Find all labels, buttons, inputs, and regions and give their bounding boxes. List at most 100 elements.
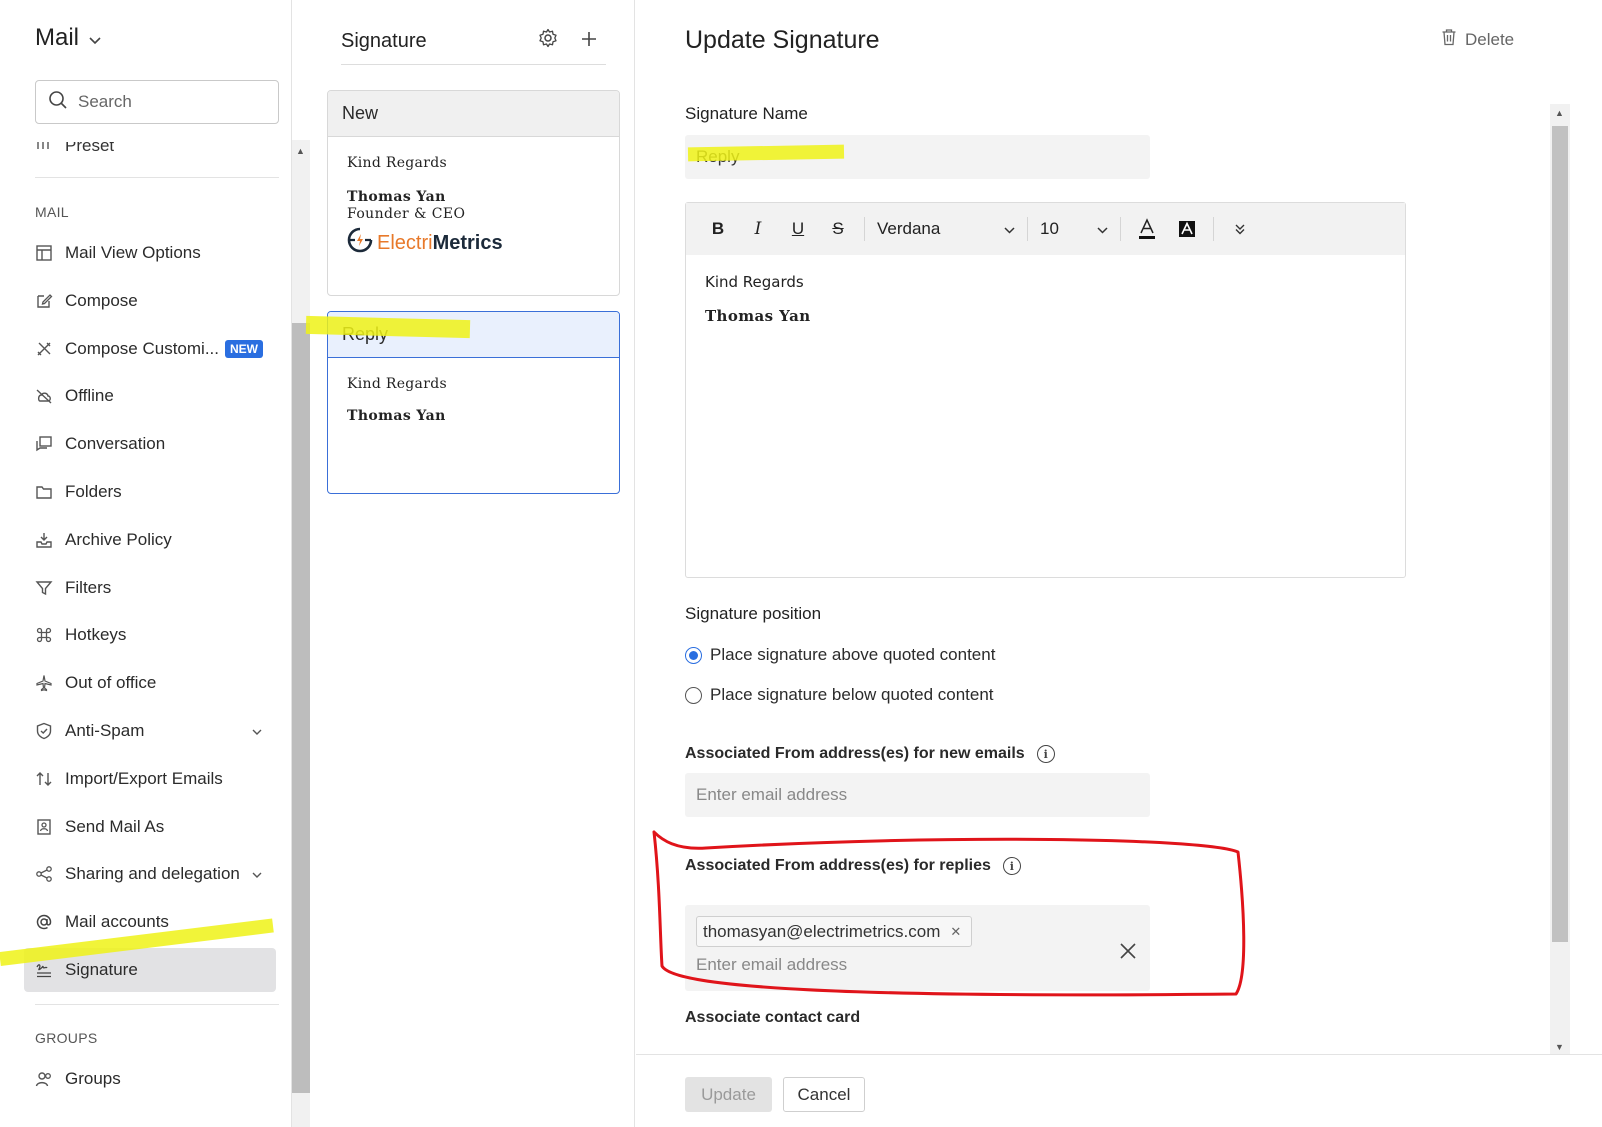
chevron-down-icon[interactable] (252, 867, 262, 881)
email-chip-label: thomasyan@electrimetrics.com (703, 921, 941, 941)
search-icon (48, 90, 68, 115)
chevron-down-icon (1097, 219, 1108, 239)
info-icon[interactable]: i (1036, 745, 1055, 763)
signature-icon (35, 961, 53, 979)
sidebar-item-offline[interactable]: Offline (24, 374, 276, 418)
toolbar-divider (864, 217, 865, 241)
toolbar-divider (1027, 217, 1028, 241)
at-icon (35, 913, 53, 931)
info-icon[interactable]: i (1002, 857, 1021, 875)
scroll-up-icon[interactable]: ▲ (296, 146, 305, 156)
sidebar-item-filters[interactable]: Filters (24, 566, 276, 610)
sidebar-item-label: Import/Export Emails (65, 768, 223, 788)
radio-selected-icon[interactable] (685, 646, 702, 664)
sidebar-item-label: Signature (65, 960, 138, 979)
sidebar-item-preset[interactable]: Preset (35, 142, 114, 156)
contact-card-label: Associate contact card (685, 1009, 861, 1026)
strikethrough-button[interactable]: S (818, 212, 858, 246)
replies-label-row: Associated From address(es) for replies … (685, 857, 1021, 875)
chevron-down-icon[interactable] (252, 724, 262, 738)
sidebar-item-mail-accounts[interactable]: Mail accounts (24, 900, 276, 944)
signature-list-panel: Signature New Kind Regards Thomas Yan Fo… (312, 0, 635, 1127)
position-option-below[interactable]: Place signature below quoted content (685, 685, 994, 705)
scroll-down-icon[interactable]: ▼ (1555, 1042, 1564, 1052)
sidebar-item-signature[interactable]: Signature (24, 948, 276, 992)
signature-name-input[interactable] (685, 135, 1150, 179)
sidebar-item-hotkeys[interactable]: Hotkeys (24, 613, 276, 657)
sidebar-item-anti-spam[interactable]: Anti-Spam (24, 709, 276, 753)
sidebar-scrollbar[interactable]: ▲ (292, 140, 310, 1127)
sidebar-item-compose-customi[interactable]: Compose Customi... NEW (24, 327, 276, 371)
new-emails-address-input[interactable] (685, 773, 1150, 817)
filter-icon (35, 579, 53, 597)
toolbar-divider (1213, 217, 1214, 241)
replies-address-input[interactable] (696, 955, 996, 975)
delete-button[interactable]: Delete (1441, 28, 1514, 51)
scrollbar-thumb[interactable] (292, 323, 310, 1093)
replies-address-field[interactable]: thomasyan@electrimetrics.com ✕ (685, 905, 1150, 991)
sidebar-item-label: Out of office (65, 673, 157, 693)
detail-scrollbar[interactable]: ▲ ▼ (1550, 104, 1570, 1054)
signature-card-reply[interactable]: Reply Kind Regards Thomas Yan (327, 311, 620, 494)
italic-button[interactable]: I (738, 212, 778, 246)
email-chip[interactable]: thomasyan@electrimetrics.com ✕ (696, 916, 973, 947)
conversation-icon (35, 435, 53, 453)
sidebar-item-label: Filters (65, 577, 112, 597)
radio-label: Place signature below quoted content (710, 685, 994, 704)
app-title: Mail (35, 24, 80, 51)
signature-card-new[interactable]: New Kind Regards Thomas Yan Founder & CE… (327, 90, 620, 296)
signature-regards: Kind Regards (347, 376, 447, 392)
position-option-above[interactable]: Place signature above quoted content (685, 645, 995, 665)
sidebar-item-compose[interactable]: Compose (24, 279, 276, 323)
search-input[interactable] (78, 92, 258, 112)
groups-icon (35, 1070, 53, 1088)
app-switcher[interactable]: Mail (35, 24, 101, 52)
chip-remove-icon[interactable]: ✕ (950, 924, 961, 940)
chevron-down-icon (89, 32, 101, 48)
signature-editor[interactable]: B I U S Verdana 10 Kind Regards Thomas Y… (685, 202, 1406, 578)
tools-icon (35, 340, 53, 358)
editor-content[interactable]: Kind Regards Thomas Yan (686, 255, 1405, 343)
sidebar-item-archive-policy[interactable]: Archive Policy (24, 518, 276, 562)
update-button[interactable]: Update (685, 1077, 772, 1112)
sidebar-item-label: Mail View Options (65, 243, 201, 262)
underline-button[interactable]: U (778, 212, 818, 246)
sidebar-item-groups[interactable]: Groups (24, 1057, 276, 1101)
signature-name-label: Signature Name (685, 104, 808, 123)
settings-sidebar: Mail Preset MAIL Mail View Options Compos… (24, 0, 292, 1127)
sidebar-item-out-of-office[interactable]: Out of office (24, 661, 276, 705)
settings-search[interactable] (35, 80, 279, 124)
font-family-select[interactable]: Verdana (871, 219, 1021, 239)
scroll-up-icon[interactable]: ▲ (1555, 108, 1564, 118)
cancel-button[interactable]: Cancel (783, 1077, 865, 1112)
signature-card-title: New (328, 91, 619, 137)
font-size-value: 10 (1040, 219, 1059, 238)
command-icon (35, 626, 53, 644)
archive-icon (35, 531, 53, 549)
delete-label: Delete (1465, 29, 1515, 49)
radio-label: Place signature above quoted content (710, 645, 996, 664)
section-label-mail: MAIL (35, 204, 69, 220)
signature-regards: Kind Regards (347, 155, 447, 171)
scrollbar-thumb[interactable] (1552, 126, 1568, 942)
bold-button[interactable]: B (698, 212, 738, 246)
sidebar-item-folders[interactable]: Folders (24, 470, 276, 514)
sidebar-item-import-export-emails[interactable]: Import/Export Emails (24, 757, 276, 801)
sidebar-divider (35, 177, 279, 178)
sidebar-item-label: Compose (65, 290, 138, 310)
sidebar-item-label: Archive Policy (65, 529, 172, 549)
more-options-icon[interactable] (1220, 212, 1260, 246)
swap-icon (35, 770, 53, 788)
font-size-select[interactable]: 10 (1034, 219, 1114, 239)
sidebar-item-send-mail-as[interactable]: Send Mail As (24, 805, 276, 849)
gear-icon[interactable] (538, 28, 558, 54)
page-title: Update Signature (685, 26, 880, 54)
highlight-color-icon[interactable] (1167, 212, 1207, 246)
sidebar-item-mail-view-options[interactable]: Mail View Options (24, 231, 276, 275)
radio-unselected-icon[interactable] (685, 686, 702, 704)
add-signature-button[interactable] (580, 28, 598, 54)
sidebar-item-conversation[interactable]: Conversation (24, 422, 276, 466)
text-color-icon[interactable] (1127, 212, 1167, 246)
clear-field-icon[interactable] (1119, 942, 1137, 964)
sidebar-item-sharing-and-delegation[interactable]: Sharing and delegation (24, 852, 276, 896)
